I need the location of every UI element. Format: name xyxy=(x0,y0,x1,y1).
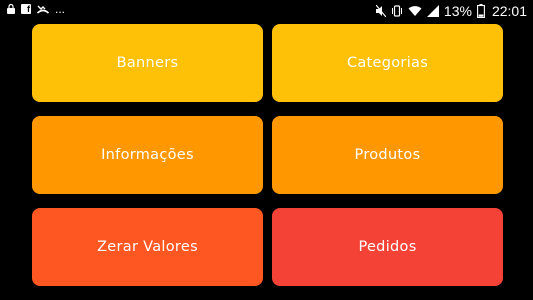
banners-button[interactable]: Banners xyxy=(32,24,263,102)
zerar-valores-label: Zerar Valores xyxy=(97,239,198,255)
battery-percent: 13% xyxy=(443,3,472,19)
status-bar: f ... 13% 22:01 xyxy=(0,0,533,24)
vibrate-icon xyxy=(391,5,402,17)
more-notifications-icon: ... xyxy=(55,2,66,16)
battery-icon xyxy=(477,4,485,18)
banners-label: Banners xyxy=(116,55,179,71)
signal-icon xyxy=(426,5,439,17)
pedidos-button[interactable]: Pedidos xyxy=(272,208,503,286)
wifi-icon xyxy=(408,6,422,16)
mute-icon xyxy=(375,5,386,17)
missed-call-icon xyxy=(37,5,49,14)
zerar-valores-button[interactable]: Zerar Valores xyxy=(32,208,263,286)
lock-icon xyxy=(7,4,15,14)
facebook-icon: f xyxy=(21,4,31,14)
notification-icons: f ... xyxy=(7,2,66,16)
pedidos-label: Pedidos xyxy=(358,239,417,255)
informacoes-button[interactable]: Informações xyxy=(32,116,263,194)
categorias-button[interactable]: Categorias xyxy=(272,24,503,102)
informacoes-label: Informações xyxy=(101,147,194,163)
categorias-label: Categorias xyxy=(346,55,429,71)
clock: 22:01 xyxy=(491,3,527,19)
system-status: 13% 22:01 xyxy=(375,3,527,19)
produtos-button[interactable]: Produtos xyxy=(272,116,503,194)
produtos-label: Produtos xyxy=(354,147,421,163)
